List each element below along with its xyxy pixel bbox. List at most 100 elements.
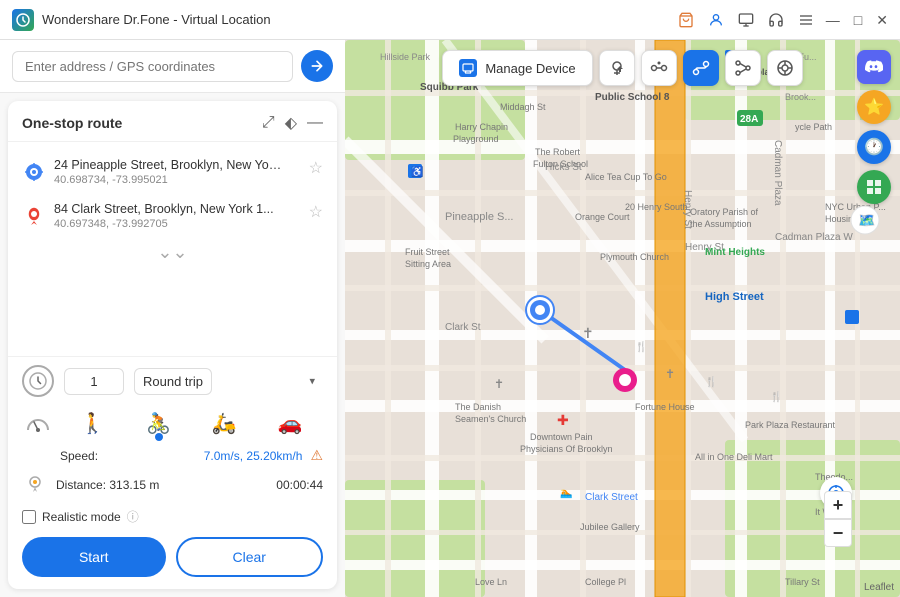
transport-car[interactable]: 🚗 (270, 407, 310, 439)
speed-row: Speed: 7.0m/s, 25.20km/h ⚠ (22, 447, 323, 464)
grid-button[interactable] (857, 170, 891, 204)
svg-text:✝: ✝ (494, 377, 504, 391)
svg-text:Henry St: Henry St (682, 190, 693, 229)
start-button[interactable]: Start (22, 537, 166, 577)
svg-text:Cadman Plaza: Cadman Plaza (772, 140, 783, 206)
transport-row: 🚶 🚴 🛵 🚗 (60, 407, 323, 439)
route-export-icon[interactable]: ⤢ (262, 114, 275, 132)
map-zoom-controls: + − (824, 491, 852, 547)
trip-count-input[interactable] (64, 368, 124, 395)
zoom-in-button[interactable]: + (824, 491, 852, 519)
realistic-mode-label: Realistic mode (42, 510, 121, 524)
svg-text:Playground: Playground (453, 134, 499, 144)
search-bar (0, 40, 345, 93)
maximize-button[interactable]: □ (854, 13, 862, 27)
speed-info-icon[interactable]: ⚠ (310, 447, 323, 464)
svg-text:✚: ✚ (557, 412, 569, 428)
svg-text:Fortune House: Fortune House (635, 402, 695, 412)
route-header: One-stop route ⤢ ⬖ — (8, 101, 337, 142)
svg-text:The Robert: The Robert (535, 147, 581, 157)
waypoint-end-icon-wrap (22, 204, 46, 228)
route-panel: One-stop route ⤢ ⬖ — (8, 101, 337, 589)
waypoint-name-1: 24 Pineapple Street, Brooklyn, New York … (54, 158, 284, 172)
map-tool-teleport[interactable] (599, 50, 635, 86)
waypoint-item-2: 84 Clark Street, Brooklyn, New York 1...… (8, 194, 337, 238)
headphone-icon[interactable] (766, 10, 786, 30)
clock-button[interactable]: 🕐 (857, 130, 891, 164)
svg-text:Physicians Of Brooklyn: Physicians Of Brooklyn (520, 444, 613, 454)
speed-label: Speed: (60, 449, 196, 463)
user-icon[interactable] (706, 10, 726, 30)
waypoint-coords-1: 40.698734, -73.995021 (54, 174, 301, 186)
waypoint-text-2: 84 Clark Street, Brooklyn, New York 1...… (54, 202, 301, 230)
map-svg: Pineapple S... Clark St Hicks St Henry S… (345, 40, 900, 597)
search-input[interactable] (12, 51, 293, 82)
map-tool-multipoint[interactable] (641, 50, 677, 86)
minimize-button[interactable]: — (826, 13, 840, 27)
svg-text:🍴: 🍴 (705, 375, 717, 388)
transport-walk[interactable]: 🚶 (73, 407, 113, 439)
discord-button[interactable] (857, 50, 891, 84)
distance-label: Distance: 313.15 m (56, 478, 258, 492)
svg-text:20 Henry South: 20 Henry South (625, 202, 688, 212)
main-area: One-stop route ⤢ ⬖ — (0, 40, 900, 597)
monitor-icon[interactable] (736, 10, 756, 30)
svg-text:Middagh St: Middagh St (500, 102, 546, 112)
waypoint-favorite-1[interactable]: ☆ (309, 158, 323, 178)
window-controls: — □ ✕ (826, 13, 888, 27)
svg-text:High Street: High Street (705, 291, 764, 303)
distance-time: 00:00:44 (276, 478, 323, 492)
waypoint-favorite-2[interactable]: ☆ (309, 202, 323, 222)
close-button[interactable]: ✕ (876, 13, 888, 27)
realistic-mode-row: Realistic mode ⓘ (22, 508, 323, 525)
map-tool-route[interactable] (683, 50, 719, 86)
svg-text:Harry Chapin: Harry Chapin (455, 122, 508, 132)
menu-icon[interactable] (796, 10, 816, 30)
svg-text:Alice Tea Cup To Go: Alice Tea Cup To Go (585, 172, 667, 182)
map-background: Pineapple S... Clark St Hicks St Henry S… (345, 40, 900, 597)
waypoint-text-1: 24 Pineapple Street, Brooklyn, New York … (54, 158, 301, 186)
trip-count-row: Round trip (22, 365, 323, 397)
map-tool-joystick[interactable] (767, 50, 803, 86)
controls-area: Round trip 🚶 🚴 (8, 356, 337, 589)
clear-button[interactable]: Clear (176, 537, 324, 577)
zoom-out-button[interactable]: − (824, 519, 852, 547)
manage-device-label: Manage Device (485, 61, 575, 76)
action-buttons: Start Clear (22, 537, 323, 581)
map-tool-jump[interactable] (725, 50, 761, 86)
svg-text:🏊: 🏊 (560, 488, 572, 499)
trip-type-select[interactable]: Round trip (134, 368, 212, 395)
waypoints-list: 24 Pineapple Street, Brooklyn, New York … (8, 142, 337, 356)
svg-text:Tillary St: Tillary St (785, 577, 820, 587)
titlebar-icons (676, 10, 816, 30)
svg-text:Hillside Park: Hillside Park (380, 52, 431, 62)
svg-text:The Danish: The Danish (455, 402, 501, 412)
svg-text:Jubilee Gallery: Jubilee Gallery (580, 522, 640, 532)
transport-scooter[interactable]: 🛵 (204, 407, 244, 439)
route-import-icon[interactable]: ⬖ (285, 113, 297, 133)
trip-type-select-wrapper: Round trip (134, 368, 323, 395)
svg-text:Downtown Pain: Downtown Pain (530, 432, 593, 442)
waypoint-item-1: 24 Pineapple Street, Brooklyn, New York … (8, 150, 337, 194)
transport-bike[interactable]: 🚴 (139, 407, 179, 439)
route-minimize-icon[interactable]: — (307, 114, 323, 132)
svg-text:Clark St: Clark St (445, 322, 481, 333)
search-submit-button[interactable] (301, 50, 333, 82)
expand-chevron[interactable]: ⌄⌄ (8, 238, 337, 263)
map-area[interactable]: Pineapple S... Clark St Hicks St Henry S… (345, 40, 900, 597)
speed-value: 7.0m/s, 25.20km/h (204, 449, 303, 463)
manage-device-button[interactable]: Manage Device (442, 50, 592, 86)
svg-text:Love Ln: Love Ln (475, 577, 507, 587)
app-title: Wondershare Dr.Fone - Virtual Location (42, 12, 676, 27)
route-title: One-stop route (22, 115, 262, 131)
realistic-mode-info-icon[interactable]: ⓘ (127, 508, 139, 525)
cart-icon[interactable] (676, 10, 696, 30)
star-button[interactable]: ⭐ (857, 90, 891, 124)
svg-text:ycle Path: ycle Path (795, 122, 832, 132)
realistic-mode-checkbox[interactable] (22, 510, 36, 524)
map-right-sidebar: ⭐ 🕐 (856, 50, 892, 557)
svg-text:Seamen's Church: Seamen's Church (455, 414, 526, 424)
waypoint-start-icon-wrap (22, 160, 46, 184)
svg-text:All in One Deli Mart: All in One Deli Mart (695, 452, 773, 462)
map-attribution: Leaflet (864, 582, 894, 593)
